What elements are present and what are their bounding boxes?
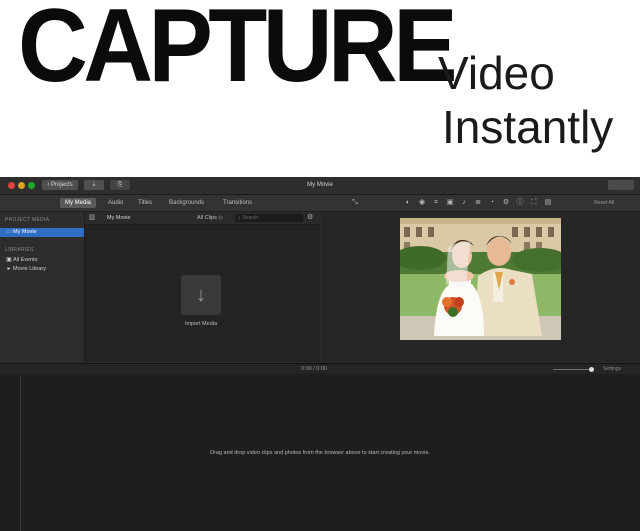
capture-headline: CAPTURE	[18, 0, 458, 104]
crop-icon[interactable]: ⌗	[432, 199, 440, 207]
info-icon[interactable]: ⓘ	[516, 199, 524, 207]
gear-icon[interactable]: ⚙	[307, 214, 313, 222]
header-banner: CAPTURE Video Instantly	[0, 0, 640, 176]
sidebar-item-movie-library[interactable]: ▸ Movie Library	[0, 265, 84, 274]
sidebar-item-label: My Movie	[13, 229, 37, 235]
stabilization-icon[interactable]: ▣	[446, 199, 454, 207]
media-browser: ▥ My Movie All Clips ◇ ⌕ Search ⚙ ↓ Impo…	[85, 212, 320, 362]
search-icon: ⌕	[238, 215, 241, 221]
tab-titles[interactable]: Titles	[133, 198, 157, 208]
search-placeholder: Search	[242, 215, 259, 221]
browser-header: ▥ My Movie All Clips ◇ ⌕ Search ⚙	[85, 212, 320, 225]
events-icon: ▣	[6, 257, 12, 263]
project-media-header: PROJECT MEDIA	[5, 217, 50, 223]
timeline: 0:00 / 0:00 Settings Drag and drop video…	[0, 363, 640, 531]
fullscreen-icon[interactable]: ⛶	[530, 199, 538, 207]
tab-my-media[interactable]: My Media	[60, 198, 97, 208]
tagline-video: Video	[438, 47, 555, 99]
clip-filter-icon[interactable]: ⚙	[502, 199, 510, 207]
timeline-header: 0:00 / 0:00 Settings	[0, 364, 640, 374]
tab-audio[interactable]: Audio	[103, 198, 128, 208]
share-button[interactable]	[608, 180, 634, 190]
sidebar-item-label: All Events	[13, 257, 38, 263]
sidebar-toggle-icon[interactable]: ▥	[89, 214, 96, 222]
viewer-settings-icon[interactable]: ▤	[544, 199, 552, 207]
volume-icon[interactable]: ♪	[460, 199, 468, 207]
zoom-slider-track[interactable]	[553, 369, 593, 370]
sidebar-item-my-movie[interactable]: ▭My Movie	[0, 228, 84, 237]
zoom-slider-knob[interactable]	[589, 367, 594, 372]
film-icon: ▭	[6, 229, 12, 235]
speed-icon[interactable]: ◔	[488, 199, 496, 207]
noise-reduction-icon[interactable]: ≣	[474, 199, 482, 207]
imovie-window: ‹ Projects ⇣ ⎘ My Movie My Media Audio T…	[0, 177, 640, 531]
import-media-button[interactable]: ↓	[181, 275, 221, 315]
import-media-label: Import Media	[184, 321, 218, 327]
sidebar-item-all-events[interactable]: ▣All Events	[0, 256, 84, 265]
libraries-header: LIBRARIES	[5, 247, 34, 253]
tagline-instantly: Instantly	[442, 101, 614, 153]
viewer-pane	[321, 212, 640, 362]
color-balance-icon[interactable]: ◐	[404, 199, 412, 207]
magic-wand-icon[interactable]: ⤡	[351, 199, 359, 207]
browser-title: My Movie	[107, 215, 131, 221]
all-clips-filter[interactable]: All Clips ◇	[197, 212, 223, 224]
wedding-couple-photo	[400, 218, 561, 340]
disclosure-triangle-icon: ▸	[7, 266, 11, 272]
timecode: 0:00 / 0:00	[301, 366, 327, 372]
download-arrow-icon: ↓	[196, 284, 206, 306]
window-title: My Movie	[307, 182, 333, 188]
color-correction-icon[interactable]: ◉	[418, 199, 426, 207]
search-input[interactable]: ⌕ Search	[235, 214, 303, 222]
timeline-settings-button[interactable]: Settings	[603, 364, 621, 374]
tab-backgrounds[interactable]: Backgrounds	[164, 198, 209, 208]
tab-transitions[interactable]: Transitions	[218, 198, 257, 208]
timeline-empty-message: Drag and drop video clips and photos fro…	[210, 450, 430, 456]
sidebar-item-label: Movie Library	[13, 266, 47, 272]
reset-all-button[interactable]: Reset All	[594, 198, 614, 208]
title-bar: ‹ Projects ⇣ ⎘ My Movie	[0, 177, 640, 195]
libraries-sidebar: PROJECT MEDIA ▭My Movie LIBRARIES ▣All E…	[0, 212, 85, 362]
media-toolbar: My Media Audio Titles Backgrounds Transi…	[0, 195, 640, 212]
